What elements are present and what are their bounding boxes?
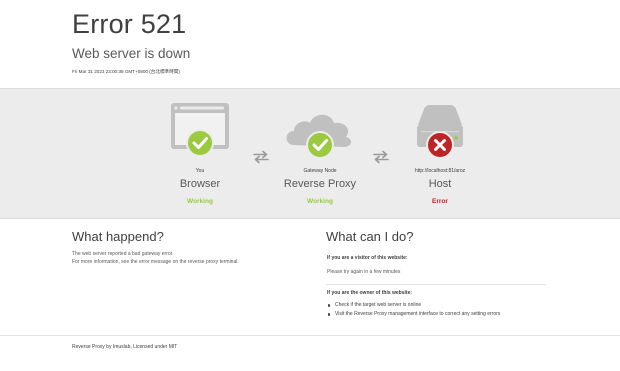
page-subtitle: Web server is down <box>72 46 191 61</box>
host-name: Host <box>428 178 452 190</box>
browser-sub-label: You <box>195 168 205 174</box>
what-happened-line-1: The web server reported a bad gateway er… <box>72 251 174 257</box>
what-happened-title: What happend? <box>72 229 164 244</box>
list-item: Visit the Reverse Proxy management inter… <box>327 310 500 319</box>
section-divider <box>326 284 546 285</box>
visitor-advice: Please try again in a few minutes <box>327 269 401 275</box>
owner-advice-list: Check if the target web server is online… <box>327 301 500 319</box>
visitor-heading: If you are a visitor of this website: <box>327 255 408 261</box>
list-item: Check if the target web server is online <box>327 301 500 310</box>
server-icon <box>380 101 500 161</box>
cloud-icon <box>260 101 380 161</box>
footer-credits: Reverse Proxy by Imuslab, Licensed under… <box>72 344 178 350</box>
page-footer: Reverse Proxy by Imuslab, Licensed under… <box>0 335 620 371</box>
error-timestamp: Fri Mar 31 2023 23:00:38 GMT+0800 (台北標準時… <box>72 69 180 74</box>
host-status: Error <box>432 198 448 205</box>
proxy-name: Reverse Proxy <box>283 178 357 190</box>
owner-heading: If you are the owner of this website: <box>327 290 413 296</box>
page-title: Error 521 <box>72 9 187 39</box>
browser-name: Browser <box>179 178 221 190</box>
proxy-sub-label: Gateway Node <box>303 168 337 174</box>
host-sub-label: http://localhost:81/aroz <box>414 168 466 174</box>
what-happened-line-2: For more information, see the error mess… <box>72 259 239 265</box>
what-can-i-do-title: What can I do? <box>326 229 414 244</box>
connection-status-band: You Browser Working Gateway Node Reverse… <box>0 88 620 219</box>
browser-status: Working <box>187 198 213 205</box>
browser-window-icon <box>140 101 260 161</box>
proxy-status: Working <box>307 198 333 205</box>
